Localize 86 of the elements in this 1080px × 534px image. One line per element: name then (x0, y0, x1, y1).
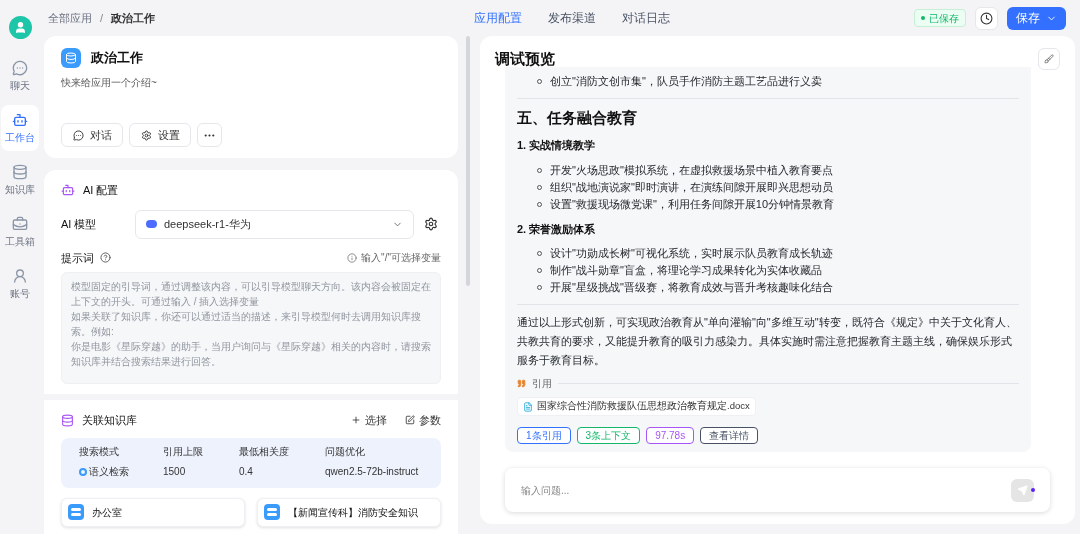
prompt-field[interactable]: 模型固定的引导词，通过调整该内容，可以引导模型聊天方向。该内容会被固定在上下文的开头。可通过输入 / 插入选择变量 如果关联了知识库，你还可以通过适当的描述，来引导模型何时去调用知识库搜索。例如: 你是电影《星际穿越》的助手，当用户询问与《星际穿越》相关的内容时，请搜索知识库并结合搜索结果进行回答。 (61, 272, 441, 384)
history-button[interactable] (975, 6, 998, 30)
list-heading: 1. 实战情境教学 (517, 138, 597, 153)
column-header: 最低相关度 (239, 445, 290, 459)
model-select[interactable]: deepseek-r1-华为 (135, 209, 414, 239)
breadcrumb-link[interactable]: 全部应用 (48, 9, 92, 27)
clear-button[interactable] (1038, 48, 1060, 71)
tab[interactable]: 发布渠道 (548, 9, 596, 27)
field-label: 提示词 (61, 250, 94, 266)
sidebar-item[interactable]: 聊天 (1, 53, 39, 99)
prompt-hint: 输入"/"可选择变量 (361, 251, 441, 266)
edit-icon (405, 415, 415, 426)
dataset-card[interactable]: 办公室 (61, 497, 245, 527)
section-title: 关联知识库 (82, 413, 137, 428)
column-header: 问题优化 (325, 445, 366, 459)
citation-label: 引用 (532, 377, 552, 391)
clock-icon (980, 11, 993, 25)
citation-file[interactable]: 国家综合性消防救援队伍思想政治教育规定.docx (517, 397, 756, 416)
quote-icon (517, 379, 526, 388)
app-title: 政治工作 (91, 49, 143, 68)
app-icon (61, 48, 81, 68)
sidebar-item[interactable]: 账号 (1, 261, 39, 307)
broom-icon (1044, 54, 1054, 65)
sidebar-item[interactable]: 知识库 (1, 157, 39, 203)
dataset-icon (68, 504, 84, 520)
sidebar-item[interactable]: 工作台 (1, 105, 39, 151)
save-button[interactable]: 保存 (1007, 6, 1066, 30)
info-icon (347, 252, 358, 263)
breadcrumb-separator: / (100, 10, 104, 26)
table-cell-text: 1500 (163, 465, 186, 479)
list-heading: 2. 荣誉激励体系 (517, 221, 597, 237)
settings-icon (140, 129, 152, 141)
section-heading: 五、任务融合教育 (517, 107, 638, 128)
info-tag[interactable]: 1条引用 (517, 426, 571, 444)
user-icon (12, 267, 28, 284)
dataset-card[interactable]: 【新闻宣传科】消防安全知识 (257, 497, 441, 527)
document-icon (523, 401, 533, 412)
chat-icon (12, 59, 28, 76)
send-button[interactable] (1011, 478, 1034, 502)
list-item-text: 设置"救援现场微党课"，利用任务间隙开展10分钟情景教育 (550, 196, 835, 212)
tab[interactable]: 对话日志 (622, 9, 670, 27)
prompt-placeholder: 如果关联了知识库，你还可以通过适当的描述，来引导模型何时去调用知识库搜索。例如: (71, 310, 422, 339)
database-icon (12, 163, 28, 180)
action-link[interactable]: 选择 (351, 412, 387, 429)
dataset-icon (264, 504, 280, 520)
action-button[interactable]: 对话 (61, 123, 123, 147)
list-item-text: 开展"星级挑战"晋级赛，将教育成效与晋升考核趣味化结合 (550, 280, 833, 295)
chat-icon (72, 129, 84, 141)
section-title: AI 配置 (83, 183, 119, 198)
help-icon[interactable] (100, 252, 111, 264)
app-intro: 快来给应用一个介绍~ (61, 76, 158, 90)
table-cell-text: 0.4 (239, 465, 253, 479)
toolbox-icon (12, 215, 28, 232)
list-item-text: 组织"战地演说家"即时演讲，在演练间隙开展即兴思想动员 (550, 179, 833, 195)
breadcrumb-current: 政治工作 (111, 10, 156, 26)
list-item-text: 制作"战斗勋章"盲盒，将理论学习成果转化为实体收藏品 (550, 263, 822, 278)
info-tag[interactable]: 97.78s (646, 426, 695, 444)
column-header: 引用上限 (163, 445, 204, 459)
saved-badge: 已保存 (914, 9, 966, 27)
info-tag[interactable]: 3条上下文 (576, 426, 641, 444)
field-label: AI 模型 (61, 216, 98, 232)
question-input[interactable]: 输入问题... (521, 482, 1011, 498)
column-header: 搜索模式 (79, 445, 120, 459)
more-button[interactable] (197, 123, 222, 147)
settings-icon[interactable] (424, 217, 438, 231)
database-icon (61, 413, 74, 427)
list-item-text: 开发"火场思政"模拟系统，在虚拟救援场景中植入教育要点 (550, 162, 833, 178)
table-cell-text: 语义检索 (89, 465, 129, 479)
send-icon (1017, 484, 1028, 496)
table-cell-text: qwen2.5-72b-instruct (325, 465, 419, 479)
sidebar-item[interactable]: 工具箱 (1, 209, 39, 255)
scrollbar[interactable] (466, 36, 470, 286)
plus-icon (351, 415, 361, 426)
info-tag[interactable]: 查看详情 (700, 426, 759, 444)
robot-icon (61, 183, 75, 198)
tab[interactable]: 应用配置 (474, 9, 522, 27)
list-item-text: 设计"功勋成长树"可视化系统，实时展示队员教育成长轨迹 (550, 246, 833, 261)
prompt-placeholder: 模型固定的引导词，通过调整该内容，可以引导模型聊天方向。该内容会被固定在上下文的开头。可通过输入 / 插入选择变量 (71, 280, 431, 309)
avatar-icon[interactable] (8, 16, 32, 39)
action-button[interactable]: 设置 (129, 123, 191, 147)
prompt-placeholder: 你是电影《星际穿越》的助手，当用户询问与《星际穿越》相关的内容时，请搜索知识库并结合搜索结果进行回答。 (71, 340, 431, 369)
list-item-text: 创立"消防文创市集"，队员手作消防主题工艺品进行义卖 (550, 73, 822, 89)
message-paragraph: 通过以上形式创新，可实现政治教育从"单向灌输"向"多维互动"转变，既符合《规定》中关于文化育人、共教共育的要求，又能提升教育的吸引力感染力。具体实施时需注意把握教育主题主线，确保娱乐形式服务于教育目标。 (517, 315, 1018, 368)
robot-icon (12, 111, 28, 128)
action-link[interactable]: 参数 (405, 412, 441, 429)
panel-title: 调试预览 (495, 49, 555, 69)
